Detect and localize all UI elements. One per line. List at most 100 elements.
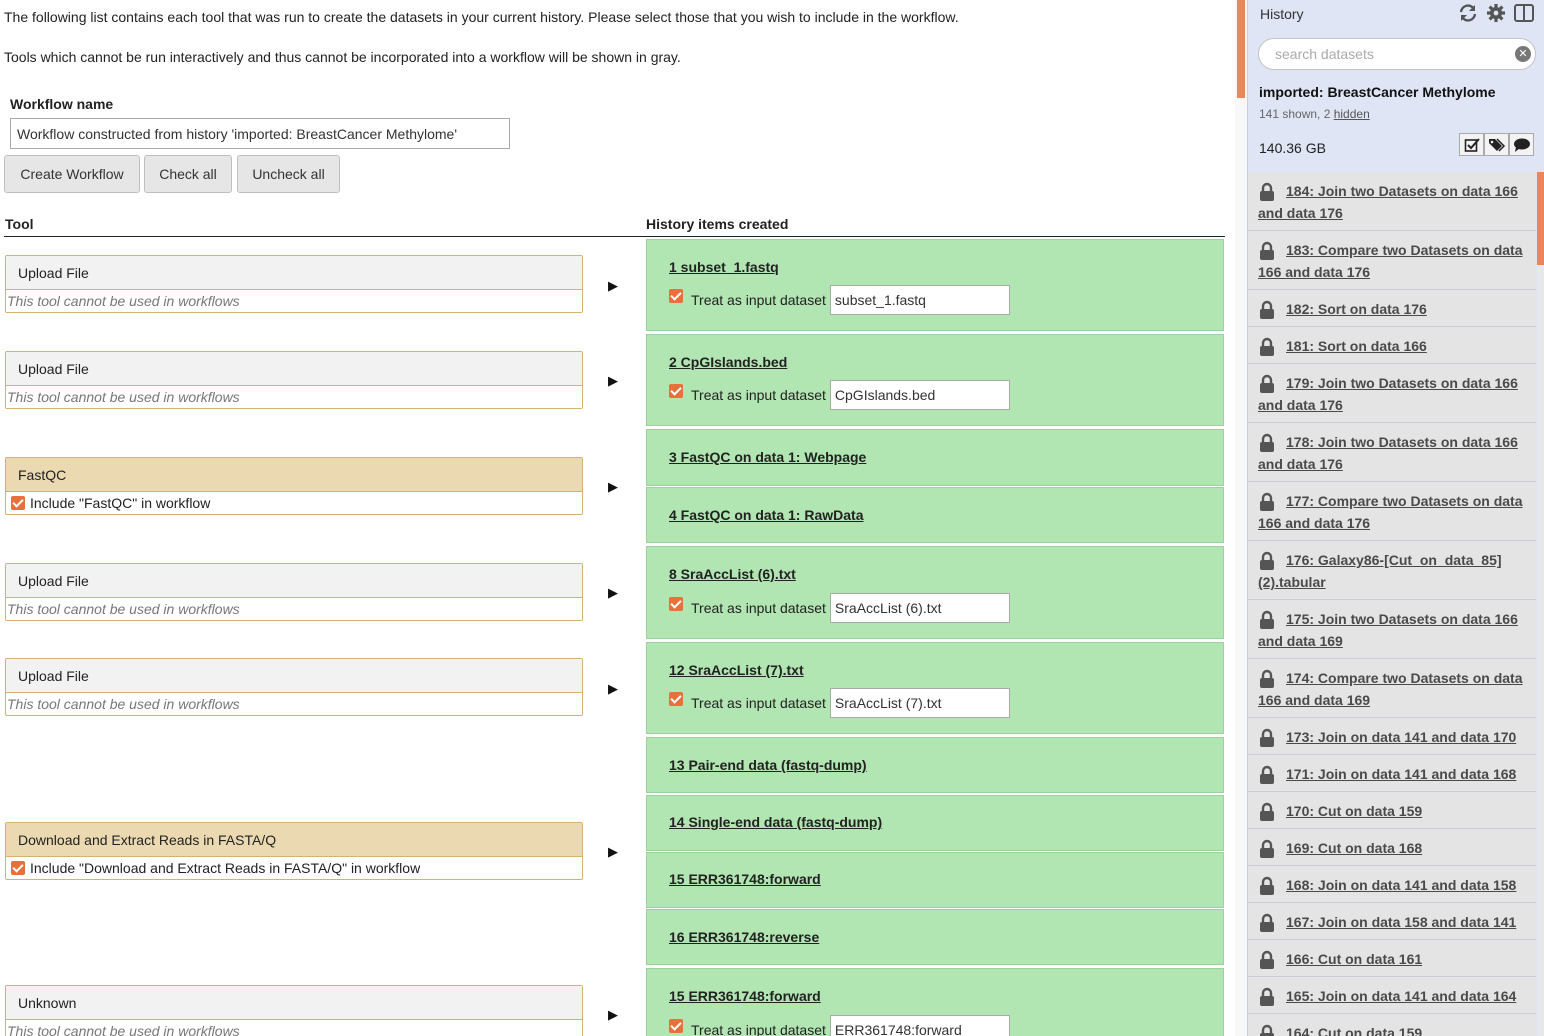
treat-as-input-checkbox[interactable]	[669, 289, 683, 303]
history-dataset-item[interactable]: 168: Join on data 141 and data 158	[1248, 866, 1536, 903]
tool-box-upload-file: Upload File This tool cannot be used in …	[5, 563, 583, 621]
history-dataset-item[interactable]: 170: Cut on data 159	[1248, 792, 1536, 829]
dataset-title[interactable]: 169: Cut on data 168	[1258, 837, 1530, 859]
treat-as-input-checkbox[interactable]	[669, 597, 683, 611]
input-name-field[interactable]: SraAccList (6).txt	[829, 593, 1010, 623]
tool-name: Download and Extract Reads in FASTA/Q	[6, 823, 582, 857]
history-dataset-item[interactable]: 174: Compare two Datasets on data 166 an…	[1248, 659, 1536, 718]
history-item-link[interactable]: 12 SraAccList (7).txt	[669, 662, 804, 678]
dataset-title[interactable]: 178: Join two Datasets on data 166 and d…	[1258, 431, 1530, 475]
history-item-link[interactable]: 16 ERR361748:reverse	[669, 929, 819, 945]
include-tool-row[interactable]: Include "FastQC" in workflow	[6, 492, 582, 514]
tags-button[interactable]	[1484, 133, 1509, 156]
include-tool-row[interactable]: Include "Download and Extract Reads in F…	[6, 857, 582, 879]
history-dataset-item[interactable]: 179: Join two Datasets on data 166 and d…	[1248, 364, 1536, 423]
arrow-icon: ▶	[608, 1007, 618, 1022]
dataset-title[interactable]: 174: Compare two Datasets on data 166 an…	[1258, 667, 1530, 711]
history-item-link[interactable]: 2 CpGIslands.bed	[669, 354, 787, 370]
history-dataset-item[interactable]: 181: Sort on data 166	[1248, 327, 1536, 364]
panel-divider[interactable]	[1235, 0, 1247, 1036]
history-dataset-item[interactable]: 164: Cut on data 159	[1248, 1014, 1536, 1036]
lock-icon	[1258, 950, 1276, 973]
panel-collapse-handle[interactable]	[1237, 0, 1245, 98]
refresh-icon[interactable]	[1457, 2, 1479, 24]
columns-icon[interactable]	[1513, 2, 1535, 24]
create-workflow-button[interactable]: Create Workflow	[4, 155, 140, 193]
scrollbar-track[interactable]	[1537, 172, 1544, 1036]
history-item-link[interactable]: 15 ERR361748:forward	[669, 871, 821, 887]
history-dataset-item[interactable]: 182: Sort on data 176	[1248, 290, 1536, 327]
dataset-title[interactable]: 176: Galaxy86-[Cut_on_data_85](2).tabula…	[1258, 549, 1530, 593]
workflow-name-input[interactable]	[10, 118, 510, 149]
dataset-title[interactable]: 165: Join on data 141 and data 164	[1258, 985, 1530, 1007]
history-item-link[interactable]: 14 Single-end data (fastq-dump)	[669, 814, 882, 830]
history-item: 13 Pair-end data (fastq-dump)	[646, 737, 1224, 793]
clear-search-icon[interactable]: ✕	[1515, 46, 1531, 62]
history-panel-title: History	[1260, 6, 1304, 22]
treat-as-input-checkbox[interactable]	[669, 384, 683, 398]
tool-box-upload-file: Upload File This tool cannot be used in …	[5, 255, 583, 313]
history-dataset-item[interactable]: 176: Galaxy86-[Cut_on_data_85](2).tabula…	[1248, 541, 1536, 600]
dataset-title[interactable]: 167: Join on data 158 and data 141	[1258, 911, 1530, 933]
include-label: Include "Download and Extract Reads in F…	[30, 860, 421, 876]
history-dataset-item[interactable]: 173: Join on data 141 and data 170	[1248, 718, 1536, 755]
lock-icon	[1258, 913, 1276, 936]
lock-icon	[1258, 1024, 1276, 1036]
history-item-link[interactable]: 1 subset_1.fastq	[669, 259, 779, 275]
dataset-title[interactable]: 168: Join on data 141 and data 158	[1258, 874, 1530, 896]
treat-as-input-checkbox[interactable]	[669, 692, 683, 706]
history-item-link[interactable]: 13 Pair-end data (fastq-dump)	[669, 757, 867, 773]
history-dataset-item[interactable]: 175: Join two Datasets on data 166 and d…	[1248, 600, 1536, 659]
history-item: 1 subset_1.fastq Treat as input dataset …	[646, 239, 1224, 331]
history-counts: 141 shown, 2 hidden	[1259, 107, 1370, 121]
dataset-title[interactable]: 173: Join on data 141 and data 170	[1258, 726, 1530, 748]
dataset-title[interactable]: 184: Join two Datasets on data 166 and d…	[1258, 180, 1530, 224]
input-name-field[interactable]: SraAccList (7).txt	[829, 688, 1010, 718]
history-item-link[interactable]: 15 ERR361748:forward	[669, 988, 821, 1004]
history-dataset-item[interactable]: 165: Join on data 141 and data 164	[1248, 977, 1536, 1014]
dataset-title[interactable]: 182: Sort on data 176	[1258, 298, 1530, 320]
treat-as-input-checkbox[interactable]	[669, 1019, 683, 1033]
history-item-link[interactable]: 4 FastQC on data 1: RawData	[669, 507, 864, 523]
history-item-link[interactable]: 8 SraAccList (6).txt	[669, 566, 796, 582]
history-dataset-item[interactable]: 166: Cut on data 161	[1248, 940, 1536, 977]
history-item-link[interactable]: 3 FastQC on data 1: Webpage	[669, 449, 866, 465]
dataset-title[interactable]: 170: Cut on data 159	[1258, 800, 1530, 822]
hidden-link[interactable]: hidden	[1334, 107, 1370, 121]
history-dataset-item[interactable]: 167: Join on data 158 and data 141	[1248, 903, 1536, 940]
history-name[interactable]: imported: BreastCancer Methylome	[1259, 84, 1496, 100]
history-item: 3 FastQC on data 1: Webpage	[646, 429, 1224, 486]
select-datasets-button[interactable]	[1459, 133, 1484, 156]
search-datasets-input[interactable]: search datasets ✕	[1258, 38, 1536, 70]
dataset-title[interactable]: 175: Join two Datasets on data 166 and d…	[1258, 608, 1530, 652]
dataset-title[interactable]: 179: Join two Datasets on data 166 and d…	[1258, 372, 1530, 416]
gear-icon[interactable]	[1485, 2, 1507, 24]
tool-note: This tool cannot be used in workflows	[7, 601, 240, 617]
dataset-title[interactable]: 166: Cut on data 161	[1258, 948, 1530, 970]
lock-icon	[1258, 433, 1276, 456]
check-all-button[interactable]: Check all	[144, 155, 232, 193]
include-checkbox[interactable]	[11, 496, 25, 510]
include-checkbox[interactable]	[11, 861, 25, 875]
lock-icon	[1258, 610, 1276, 633]
history-dataset-item[interactable]: 177: Compare two Datasets on data 166 an…	[1248, 482, 1536, 541]
history-dataset-item[interactable]: 183: Compare two Datasets on data 166 an…	[1248, 231, 1536, 290]
history-dataset-item[interactable]: 171: Join on data 141 and data 168	[1248, 755, 1536, 792]
tool-name: Upload File	[6, 659, 582, 693]
input-name-field[interactable]: CpGIslands.bed	[829, 380, 1010, 410]
dataset-title[interactable]: 171: Join on data 141 and data 168	[1258, 763, 1530, 785]
uncheck-all-button[interactable]: Uncheck all	[237, 155, 340, 193]
input-name-field[interactable]: subset_1.fastq	[829, 285, 1010, 315]
dataset-title[interactable]: 181: Sort on data 166	[1258, 335, 1530, 357]
dataset-title[interactable]: 164: Cut on data 159	[1258, 1022, 1530, 1036]
history-dataset-item[interactable]: 169: Cut on data 168	[1248, 829, 1536, 866]
input-name-field[interactable]: ERR361748:forward	[829, 1015, 1010, 1036]
annotation-button[interactable]	[1509, 133, 1534, 156]
history-dataset-item[interactable]: 178: Join two Datasets on data 166 and d…	[1248, 423, 1536, 482]
history-dataset-item[interactable]: 184: Join two Datasets on data 166 and d…	[1248, 172, 1536, 231]
dataset-title[interactable]: 177: Compare two Datasets on data 166 an…	[1258, 490, 1530, 534]
scrollbar-thumb[interactable]	[1537, 172, 1544, 265]
lock-icon	[1258, 765, 1276, 788]
lock-icon	[1258, 300, 1276, 323]
dataset-title[interactable]: 183: Compare two Datasets on data 166 an…	[1258, 239, 1530, 283]
